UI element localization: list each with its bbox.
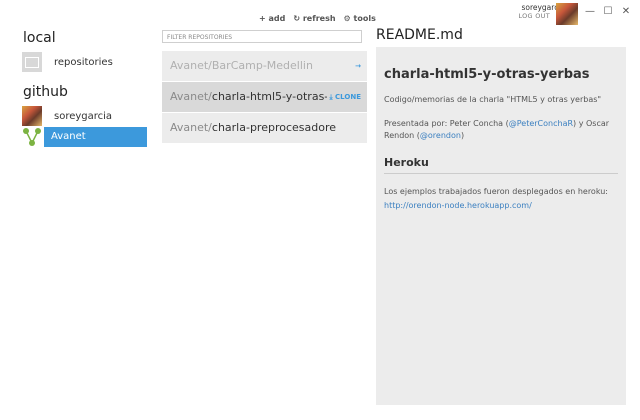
open-repo-arrow-icon[interactable]: → (352, 51, 361, 81)
filter-repositories-input[interactable]: FILTER REPOSITORIES (162, 30, 362, 43)
repo-name: BarCamp-Medellin (211, 59, 313, 72)
refresh-icon: ↻ (293, 14, 301, 23)
heroku-link[interactable]: http://orendon-node.herokuapp.com/ (384, 200, 618, 212)
monitor-icon (22, 52, 42, 72)
repo-row-charla-html5[interactable]: Avanet/charla-html5-y-otras-y ⤓ CLONE (162, 82, 367, 112)
repo-name: charla-html5-y-otras-y (211, 90, 335, 103)
close-button[interactable]: ✕ (619, 6, 633, 17)
sidebar-item-label: soreygarcia (54, 110, 113, 122)
plus-icon: + (259, 14, 266, 23)
sidebar-item-soreygarcia[interactable]: soreygarcia (22, 106, 112, 126)
clone-button[interactable]: ⤓ CLONE (326, 82, 361, 112)
repo-org: Avanet/ (170, 90, 212, 103)
account-avatar[interactable] (556, 3, 578, 25)
readme-description: Codigo/memorias de la charla "HTML5 y ot… (384, 95, 602, 104)
refresh-button[interactable]: ↻ refresh (293, 14, 335, 23)
presenter2-link[interactable]: @orendon (420, 131, 461, 140)
readme-presenters: Presentada por: Peter Concha (@PeterConc… (384, 119, 610, 140)
repo-row-barcamp[interactable]: Avanet/BarCamp-Medellin → (162, 51, 367, 81)
readme-filename: README.md (376, 27, 463, 43)
user-avatar (22, 106, 42, 126)
readme-section-heading: Heroku (384, 156, 618, 174)
presenter1-link[interactable]: @PeterConchaR (509, 119, 573, 128)
repo-name: charla-preprocesadore (211, 121, 337, 134)
readme-panel: charla-html5-y-otras-yerbas Codigo/memor… (376, 47, 626, 405)
readme-heading: charla-html5-y-otras-yerbas (384, 67, 590, 82)
add-button[interactable]: + add (259, 14, 285, 23)
repo-org: Avanet/ (170, 121, 212, 134)
github-section-title: github (23, 84, 68, 100)
repo-org: Avanet/ (170, 59, 212, 72)
local-section-title: local (23, 30, 56, 46)
maximize-button[interactable]: ☐ (601, 6, 615, 17)
minimize-button[interactable]: — (583, 6, 597, 17)
sidebar-item-repositories[interactable]: repositories (22, 52, 113, 72)
gear-icon: ⚙ (343, 14, 351, 23)
sidebar-item-label: repositories (54, 56, 113, 68)
sidebar-item-avanet[interactable]: Avanet (44, 127, 147, 147)
toolbar: + add ↻ refresh ⚙ tools (259, 14, 376, 23)
readme-section-text: Los ejemplos trabajados fueron desplegad… (384, 187, 608, 196)
repo-row-charla-preprocesadores[interactable]: Avanet/charla-preprocesadore (162, 113, 367, 143)
tools-button[interactable]: ⚙ tools (344, 14, 376, 23)
logout-link[interactable]: LOG OUT (518, 12, 550, 20)
org-icon (23, 128, 41, 146)
